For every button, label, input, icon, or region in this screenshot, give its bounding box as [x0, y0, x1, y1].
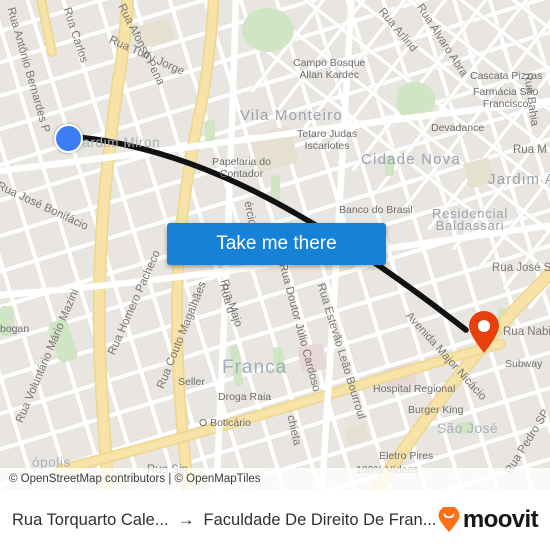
moovit-map-screenshot: Rua Antônio Bernardes P Rua Carlos Rua Afo… [0, 0, 550, 550]
map-attribution: © OpenStreetMap contributors | © OpenMap… [0, 468, 550, 490]
route-origin-label[interactable]: Rua Torquarto Cale... [12, 511, 169, 530]
take-me-there-button[interactable]: Take me there [167, 223, 386, 265]
attribution-text[interactable]: © OpenStreetMap contributors | © OpenMap… [0, 473, 261, 485]
origin-marker[interactable] [54, 124, 83, 153]
route-summary: Rua Torquarto Cale... → Faculdade De Dir… [0, 510, 437, 530]
moovit-logo[interactable]: moovit [437, 506, 550, 534]
map-canvas[interactable]: Rua Antônio Bernardes P Rua Carlos Rua Afo… [0, 0, 550, 490]
map-pin-icon [469, 311, 499, 353]
moovit-pin-icon [438, 507, 460, 532]
destination-marker[interactable] [467, 310, 501, 354]
take-me-there-label: Take me there [216, 233, 337, 254]
route-destination-label[interactable]: Faculdade De Direito De Fran... [204, 511, 437, 530]
moovit-wordmark: moovit [462, 506, 539, 533]
footer-bar: Rua Torquarto Cale... → Faculdade De Dir… [0, 490, 550, 550]
route-arrow-icon: → [177, 510, 195, 529]
